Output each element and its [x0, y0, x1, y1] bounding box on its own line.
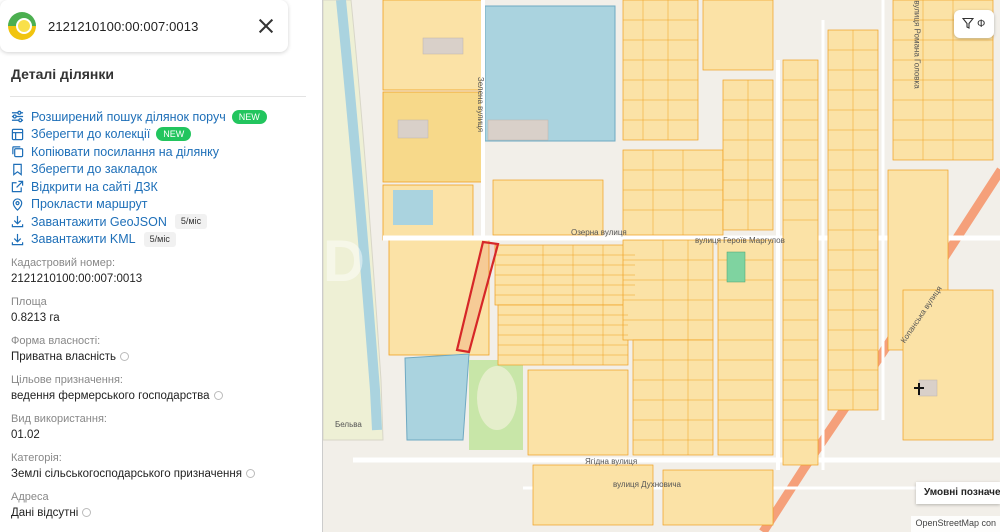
street-label-dukhnovycha: вулиця Духновича: [613, 480, 681, 489]
details-panel: 2121210100:00:007:0013 Деталі ділянки Ро…: [0, 0, 322, 532]
address-text: Дані відсутні: [11, 507, 79, 519]
cadastral-number-value: 2121210100:00:007:0013: [11, 273, 143, 285]
save-to-collection-link[interactable]: Зберегти до колекції NEW: [11, 126, 267, 144]
route-action[interactable]: Прокласти маршрут: [11, 196, 267, 214]
info-icon[interactable]: [120, 352, 130, 362]
save-bookmark-action[interactable]: Зберегти до закладок: [11, 161, 267, 179]
filter-label: Ф: [977, 18, 986, 30]
map-attribution[interactable]: OpenStreetMap con: [911, 516, 1000, 532]
usage-value: 01.02: [11, 429, 40, 441]
street-label-zelena: Зелена вулиця: [476, 76, 486, 133]
search-nearby-link[interactable]: Розширений пошук ділянок поруч NEW: [11, 108, 267, 126]
info-icon[interactable]: [82, 508, 92, 518]
divider: [10, 96, 306, 97]
copy-icon: [11, 145, 24, 158]
action-label: Відкрити на сайті ДЗК: [31, 179, 158, 194]
address-value: Дані відсутні: [11, 505, 311, 530]
area-value: 0.8213 га: [11, 312, 60, 324]
legend-button[interactable]: Умовні позначення: [916, 482, 1000, 504]
sliders-icon: [11, 110, 24, 123]
action-label: Розширений пошук ділянок поруч: [31, 109, 226, 124]
app-logo-icon: [8, 12, 36, 40]
filter-icon: [961, 17, 975, 32]
action-label: Зберегти до закладок: [31, 162, 158, 177]
info-icon[interactable]: [213, 391, 223, 401]
action-label: Прокласти маршрут: [31, 197, 148, 212]
street-label-belva: Бельва: [335, 420, 362, 429]
ownership-label: Форма власності:: [11, 335, 101, 347]
filter-button[interactable]: Ф: [954, 10, 994, 38]
download-icon: [11, 233, 24, 246]
map-canvas[interactable]: [323, 0, 1000, 532]
external-link-icon: [11, 180, 24, 193]
cadastral-number-label: Кадастровий номер:: [11, 257, 116, 269]
close-icon[interactable]: [256, 16, 276, 36]
copy-link-action[interactable]: Копіювати посилання на ділянку: [11, 143, 267, 161]
action-label: Копіювати посилання на ділянку: [31, 144, 219, 159]
page-title: Деталі ділянки: [11, 66, 114, 82]
search-bar[interactable]: 2121210100:00:007:0013: [0, 0, 288, 52]
ownership-value: Приватна власність: [11, 349, 311, 374]
purpose-text: ведення фермерського господарства: [11, 390, 210, 402]
collection-icon: [11, 128, 24, 141]
parcel-info: Кадастровий номер: 2121210100:00:007:001…: [11, 257, 311, 530]
ownership-text: Приватна власність: [11, 351, 117, 363]
search-input[interactable]: 2121210100:00:007:0013: [48, 19, 256, 34]
purpose-label: Цільове призначення:: [11, 374, 123, 386]
area-label: Площа: [11, 296, 47, 308]
info-icon[interactable]: [245, 469, 255, 479]
download-kml-action[interactable]: Завантажити KML 5/міс: [11, 231, 267, 249]
street-label-yahidna: Ягідна вулиця: [585, 457, 638, 466]
download-geojson-action[interactable]: Завантажити GeoJSON 5/міс: [11, 213, 267, 231]
address-label: Адреса: [11, 491, 49, 503]
street-label-ozerna: Озерна вулиця: [571, 228, 627, 237]
rate-limit-badge: 5/міс: [174, 214, 208, 230]
location-pin-icon: [11, 198, 24, 211]
map-view[interactable]: D Озерна вулиця вулиця Героїв Маргулов в…: [322, 0, 1000, 532]
action-label: Завантажити KML: [31, 232, 136, 247]
category-text: Землі сільськогосподарського призначення: [11, 468, 242, 480]
open-dzk-link[interactable]: Відкрити на сайті ДЗК: [11, 178, 267, 196]
rate-limit-badge: 5/міс: [143, 231, 176, 247]
usage-label: Вид використання:: [11, 413, 107, 425]
action-label: Завантажити GeoJSON: [31, 214, 167, 229]
watermark-text: D: [323, 229, 367, 294]
actions-list: Розширений пошук ділянок поруч NEW Збере…: [11, 108, 267, 248]
street-label-holovka: вулиця Романа Головка: [912, 0, 922, 89]
download-icon: [11, 215, 24, 228]
category-value: Землі сільськогосподарського призначення: [11, 466, 311, 491]
purpose-value: ведення фермерського господарства: [11, 388, 311, 413]
bookmark-icon: [11, 163, 24, 176]
street-label-marhulov: вулиця Героїв Маргулов: [695, 236, 785, 245]
category-label: Категорія:: [11, 452, 62, 464]
new-badge: NEW: [156, 127, 192, 142]
new-badge: NEW: [231, 109, 267, 124]
action-label: Зберегти до колекції: [31, 127, 151, 142]
